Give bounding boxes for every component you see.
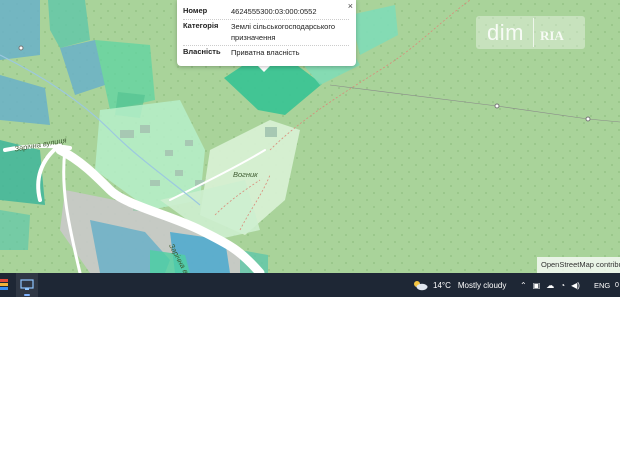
- volume-icon[interactable]: ◀): [571, 281, 580, 290]
- logo-dim-text: dim: [487, 19, 524, 45]
- popup-row-number: Номер 4624555300:03:000:0552: [183, 6, 349, 17]
- map-attribution[interactable]: OpenStreetMap contributors: [537, 257, 620, 273]
- cloud-sun-icon: [414, 281, 428, 291]
- network-icon[interactable]: ◔: [560, 281, 565, 290]
- monitor-icon: [20, 279, 34, 290]
- popup-key: Номер: [183, 6, 208, 15]
- logo-divider: [532, 18, 534, 47]
- chevron-up-icon[interactable]: ⌃: [520, 281, 527, 290]
- popup-value: 4624555300:03:000:0552: [231, 7, 317, 16]
- parcel-info-popup: × Номер 4624555300:03:000:0552 Категорія…: [177, 0, 356, 66]
- cloud-icon[interactable]: ☁: [546, 281, 554, 290]
- popup-value: Приватна власність: [231, 48, 300, 57]
- weather-condition: Mostly cloudy: [457, 280, 507, 290]
- parcel[interactable]: [0, 210, 30, 250]
- popup-value: Землі сільськогосподарського призначення: [231, 22, 336, 42]
- popup-row-ownership: Власність Приватна власність: [183, 45, 349, 58]
- parcel[interactable]: [0, 0, 40, 60]
- dim-ria-logo: dim RIA: [476, 16, 585, 49]
- logo-ria-text: RIA: [539, 27, 564, 43]
- start-glyph-icon: [0, 279, 8, 290]
- weather-temp: 14°C: [433, 280, 451, 290]
- weather-widget[interactable]: 14°C Mostly cloudy: [412, 273, 506, 297]
- active-app-indicator: [24, 294, 30, 296]
- popup-row-category: Категорія Землі сільськогосподарського п…: [183, 19, 349, 43]
- device-icon[interactable]: ▣: [533, 281, 541, 290]
- popup-key: Власність: [183, 47, 221, 56]
- map-marker[interactable]: [18, 45, 24, 51]
- place-label-vornyk: Вогник: [233, 170, 258, 179]
- start-icon[interactable]: [0, 273, 10, 297]
- popup-key: Категорія: [183, 21, 219, 30]
- system-tray: ⌃ ▣ ☁ ◔ ◀): [520, 273, 586, 297]
- windows-taskbar: 14°C Mostly cloudy ⌃ ▣ ☁ ◔ ◀) ENG 0: [0, 273, 620, 297]
- popup-tip: [257, 65, 271, 72]
- clock[interactable]: 0: [615, 273, 619, 297]
- language-indicator[interactable]: ENG: [594, 273, 610, 297]
